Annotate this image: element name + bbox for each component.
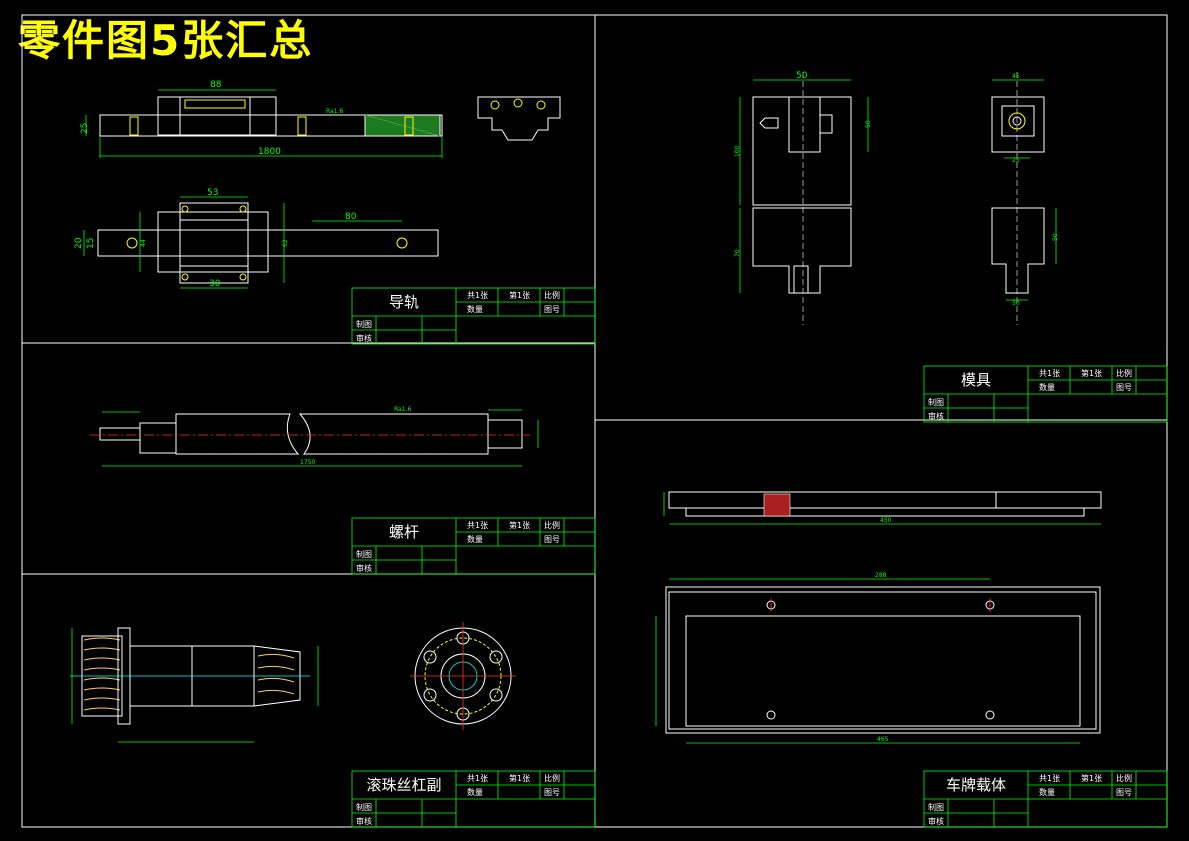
dim-mold-70: 70	[734, 249, 741, 257]
dim-rail-25: 25	[80, 123, 90, 134]
dim-mold-50-side: 50	[865, 120, 872, 128]
dim-mold-50-right: 50	[1052, 233, 1059, 241]
dim-mold-50-top: 50	[796, 71, 808, 81]
dim-screw-1750: 1750	[300, 459, 315, 466]
title-block-3: 滚珠丝杠副 共1张 第1张 比例数量 图号制图审核	[351, 770, 596, 828]
title-block-checked: 审核	[356, 563, 372, 573]
title-block-quantity: 数量	[1039, 787, 1055, 797]
dim-rail-88: 88	[210, 80, 222, 90]
title-block-sheet-count: 共1张	[1039, 774, 1060, 783]
dim-rail-1800: 1800	[258, 147, 281, 157]
title-block-checked: 审核	[928, 816, 944, 826]
title-block-sheet-no: 第1张	[509, 773, 530, 783]
title-block-0: 导轨 共1张 第1张 比例数量 图号制图审核	[351, 287, 596, 345]
title-block-sheet-count: 共1张	[467, 774, 488, 783]
title-block-scale: 比例	[544, 773, 560, 783]
roughness-screw: Ra1.6	[394, 406, 411, 413]
title-block-1: 模具 共1张 第1张 比例数量 图号制图审核	[923, 365, 1168, 423]
title-block-checked: 审核	[356, 816, 372, 826]
title-block-sheet-count: 共1张	[1039, 369, 1060, 378]
title-block-sheet-no: 第1张	[1081, 773, 1102, 783]
title-block-part-name: 导轨	[389, 293, 419, 311]
mold-drawing: 50 50 100 70 45 25 50 30	[734, 71, 1059, 325]
screw-drawing: 1750 Ra1.6	[90, 406, 539, 467]
ball-screw-drawing	[70, 622, 516, 743]
title-block-drawing-no: 图号	[1116, 788, 1132, 797]
drawing-sheet: 88 25 1800 Ra1.6 53 80 20 15 44 62 30 50…	[21, 14, 1168, 828]
dim-rail-44: 44	[140, 239, 147, 247]
title-block-scale: 比例	[1116, 773, 1132, 783]
dim-mold-25: 25	[1012, 157, 1020, 164]
title-block-sheet-count: 共1张	[467, 291, 488, 300]
title-block-drawing-no: 图号	[1116, 383, 1132, 392]
title-block-drawing-no: 图号	[544, 305, 560, 314]
title-block-checked: 审核	[928, 411, 944, 421]
title-block-checked: 审核	[356, 333, 372, 343]
dim-rail-53: 53	[207, 188, 218, 198]
dim-mold-100: 100	[734, 145, 741, 157]
title-block-4: 车牌载体 共1张 第1张 比例数量 图号制图审核	[923, 770, 1168, 828]
dim-rail-15: 15	[86, 238, 96, 249]
title-block-2: 螺杆 共1张 第1张 比例数量 图号制图审核	[351, 517, 596, 575]
title-block-drawn: 制图	[928, 802, 944, 812]
title-block-sheet-count: 共1张	[467, 521, 488, 530]
title-block-scale: 比例	[544, 520, 560, 530]
title-block-sheet-no: 第1张	[509, 520, 530, 530]
dim-carrier-450: 450	[880, 517, 892, 524]
dim-carrier-465: 465	[877, 736, 889, 743]
title-block-part-name: 模具	[961, 371, 991, 389]
title-block-drawing-no: 图号	[544, 788, 560, 797]
title-block-sheet-no: 第1张	[509, 290, 530, 300]
plate-carrier-drawing: 450 288 465	[655, 491, 1102, 744]
title-block-part-name: 螺杆	[389, 523, 419, 541]
dim-mold-30: 30	[1012, 300, 1020, 307]
title-block-quantity: 数量	[467, 534, 483, 544]
dim-carrier-288: 288	[875, 572, 887, 579]
title-block-sheet-no: 第1张	[1081, 368, 1102, 378]
title-block-quantity: 数量	[467, 787, 483, 797]
dim-mold-45: 45	[1012, 73, 1020, 80]
title-block-part-name: 滚珠丝杠副	[366, 776, 441, 794]
title-block-drawn: 制图	[356, 802, 372, 812]
dim-rail-80: 80	[345, 212, 357, 222]
guide-rail-drawing: 88 25 1800 Ra1.6 53 80 20 15 44 62 30	[74, 80, 561, 289]
dim-rail-20: 20	[74, 237, 84, 249]
title-block-drawn: 制图	[928, 397, 944, 407]
dim-rail-62: 62	[282, 239, 289, 247]
title-block-drawn: 制图	[356, 549, 372, 559]
title-block-quantity: 数量	[1039, 382, 1055, 392]
title-block-drawing-no: 图号	[544, 535, 560, 544]
title-block-scale: 比例	[1116, 368, 1132, 378]
title-block-part-name: 车牌载体	[946, 776, 1006, 794]
title-block-drawn: 制图	[356, 319, 372, 329]
roughness-rail: Ra1.6	[326, 108, 343, 115]
title-block-quantity: 数量	[467, 304, 483, 314]
dim-rail-30: 30	[209, 279, 221, 289]
title-block-scale: 比例	[544, 290, 560, 300]
